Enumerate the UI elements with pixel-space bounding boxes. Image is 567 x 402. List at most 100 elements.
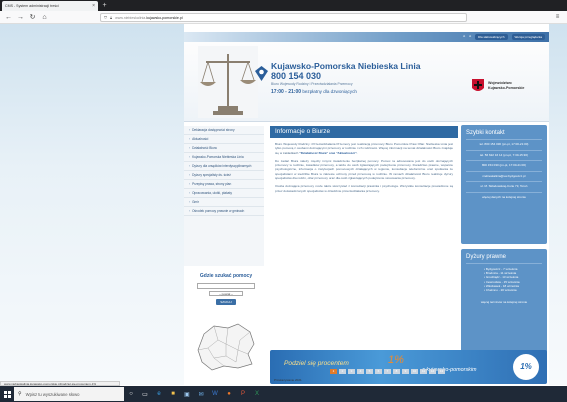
hotline-hours: 17:00 - 21:00 bezpłatny dla dzwoniących [271,89,471,95]
activity-news-link[interactable]: "Działalność Biura" oraz "Aktualności". [299,151,357,155]
url-prefix: www.niebieskalinia. [115,15,147,20]
contact-email-link[interactable]: niebieskalinia@uw.bydgoszcz.pl [466,170,542,182]
nav-label: Kujawsko-Pomorska Niebieska Linia [192,155,244,159]
excel-icon[interactable]: X [250,386,264,402]
nav-label: Dyżury specjalisty ds. ścież [192,173,231,177]
store-icon[interactable]: ▣ [180,386,194,402]
tab-title: CMS - System administracji treści [5,4,59,8]
nav-item-activity[interactable]: › Działalność Biura [184,144,264,153]
top-strip: A A Dla słabowidzących Wersja przeglądar… [184,32,549,42]
page-link[interactable]: 10 [411,369,418,374]
legal-duties-title: Dyżury prawne [466,254,507,260]
taskbar-search-placeholder: Wpisz tu wyszukiwane słowo [25,391,80,397]
browser-toolbar: ← → ↻ ⌂ ⛉ 🔒︎ www.niebieskalinia. kujawsko… [0,11,567,24]
duties-more-link[interactable]: więcej terminów na kolejnej stronie [461,300,547,304]
help-search-input[interactable] [197,283,255,289]
nav-label: Gmir [192,200,199,204]
nav-item-blue-line[interactable]: › Kujawsko-Pomorska Niebieska Linia [184,153,264,162]
page-link[interactable]: 1 [330,369,337,374]
page-link[interactable]: 2 [339,369,346,374]
mail-icon[interactable]: ✉ [194,386,208,402]
county-select[interactable]: -- powiat -- [209,291,243,296]
shield-icon[interactable]: ⛉ [104,15,107,20]
page-link[interactable]: 12 [429,369,436,374]
windows-start-icon[interactable] [0,386,14,402]
voivodeship-logo[interactable]: Województwo Kujawsko-Pomorskie [472,79,542,105]
low-vision-link[interactable]: Dla słabowidzących [475,34,508,40]
contact-more-link[interactable]: więcej danych na kolejnej stronie [466,191,542,203]
search-icon: ⚲ [18,391,22,397]
lock-icon[interactable]: 🔒︎ [110,15,112,20]
promo-banner[interactable]: Podziel się procentem 1% z kujawsko-pomo… [270,350,547,384]
nav-item-accessibility[interactable]: › Deklaracja dostępności strony [184,126,264,135]
bullet-icon: › [189,164,191,168]
nav-item-law[interactable]: › Przepisy prawa, strony plan [184,180,264,189]
page-link[interactable]: 6 [375,369,382,374]
search-button[interactable]: SZUKAJ [216,299,236,305]
menu-icon[interactable]: ≡ [552,12,563,23]
url-domain: kujawsko-pomorskie.pl [146,15,183,20]
page-link[interactable]: 7 [384,369,391,374]
word-icon[interactable]: W [208,386,222,402]
duties-list: • Bydgoszcz - 7 września • Brodnica - 11… [466,263,542,292]
bullet-icon: › [189,155,191,159]
hotline-number: 800 154 030 [271,71,322,81]
nav-label: Opracowania, ulotki, plakaty [192,191,232,195]
left-navigation: › Deklaracja dostępności strony › Aktualno… [184,126,264,266]
coat-of-arms-icon [472,79,484,91]
page-title: Informacje o Biurze [270,126,458,138]
main-content: Informacje o Biurze Biuro Wojewody Rodzi… [270,126,458,361]
hours-range: 17:00 - 21:00 [271,89,302,95]
legal-duties-box: Dyżury prawne • Bydgoszcz - 7 września •… [461,249,547,354]
nav-item-legal-aid[interactable]: › Ośrodek pomocy prawnie w gminach [184,207,264,216]
pagination: 1 2 3 4 5 6 7 8 9 10 11 12 13 [330,369,445,374]
browser-tab[interactable]: CMS - System administracji treści × [2,1,98,11]
firefox-icon[interactable]: ● [222,386,236,402]
home-icon[interactable]: ⌂ [39,12,50,23]
region-map-icon[interactable] [194,322,258,372]
powerpoint-icon[interactable]: P [236,386,250,402]
tasks-paragraph: Do zadań Biura należy między innymi świa… [275,158,453,181]
page-link[interactable]: 13 [438,369,445,374]
task-view-icon[interactable]: ▭ [138,386,152,402]
voivodeship-line-1: Województwo [488,81,512,85]
bullet-icon: › [189,182,191,186]
nav-label: Działalność Biura [192,146,217,150]
bullet-icon: › [189,146,191,150]
list-item[interactable]: • Chełmno - 20 września [484,288,542,292]
page-link[interactable]: 11 [420,369,427,374]
nav-item-materials[interactable]: › Opracowania, ulotki, plakaty [184,189,264,198]
new-tab-button[interactable]: + [100,1,109,10]
edge-icon[interactable]: e [152,386,166,402]
page-link[interactable]: 9 [402,369,409,374]
nav-item-gmir[interactable]: › Gmir [184,198,264,207]
font-size-small-link[interactable]: A [463,34,465,40]
contact-row: tel. 56 622 16 14 (pn-pt, 7:30-15:30) [466,149,542,161]
nav-item-news[interactable]: › Aktualności [184,135,264,144]
help-search-heading: Gdzie szukać pomocy [199,273,253,279]
contact-row: 800 154 030 (pn-pt, 17:00-21:00) [466,160,542,171]
windows-taskbar: ⚲ Wpisz tu wyszukiwane słowo ○ ▭ e ■ ▣ ✉… [0,386,567,402]
tab-close-icon[interactable]: × [92,3,95,9]
page-link[interactable]: 8 [393,369,400,374]
promo-text-share: Podziel się procentem [284,360,349,367]
promo-badge: 1% [513,354,539,380]
back-arrow-icon[interactable]: ← [3,12,14,23]
page-link[interactable]: 5 [366,369,373,374]
promo-percent: 1% [388,354,404,366]
forward-arrow-icon[interactable]: → [15,12,26,23]
reload-icon[interactable]: ↻ [27,12,38,23]
nav-item-specialist[interactable]: › Dyżury specjalisty ds. ścież [184,171,264,180]
font-size-large-link[interactable]: A [469,34,471,40]
browser-version-link[interactable]: Wersja przeglądarka [511,34,545,40]
bullet-icon: › [189,137,191,141]
taskbar-search-input[interactable]: ⚲ Wpisz tu wyszukiwane słowo [14,387,124,401]
cortana-icon[interactable]: ○ [124,386,138,402]
page-link[interactable]: 3 [348,369,355,374]
page-link[interactable]: 4 [357,369,364,374]
contact-row: ul. M. Skłodowskiej-Curie 73, Toruń [466,181,542,192]
address-bar[interactable]: ⛉ 🔒︎ www.niebieskalinia. kujawsko-pomorsk… [100,13,467,22]
web-page: A A Dla słabowidzących Wersja przeglądar… [0,24,567,385]
explorer-icon[interactable]: ■ [166,386,180,402]
nav-item-duty-teams[interactable]: › Dyżury dla ursądków interdyscyplinarnyc… [184,162,264,171]
